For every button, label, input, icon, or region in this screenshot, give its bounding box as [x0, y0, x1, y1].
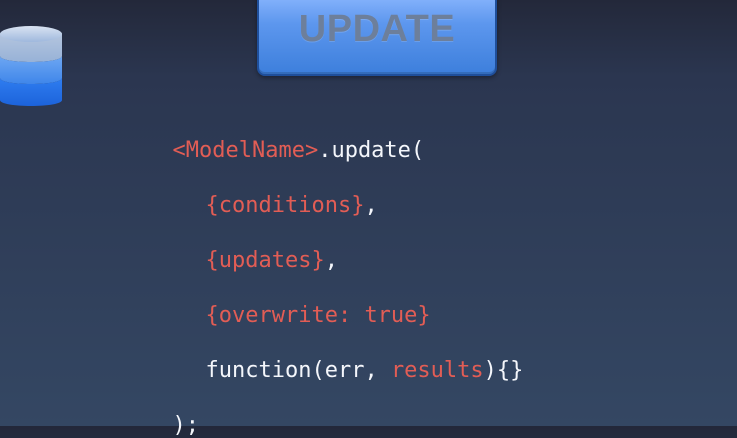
updates-comma: , [324, 248, 338, 273]
slide-title: UPDATE [298, 8, 456, 50]
conditions-token: {conditions} [205, 193, 365, 218]
database-icon [0, 26, 62, 106]
code-line-3: {updates}, [179, 228, 338, 272]
code-line-4: {overwrite: true} [179, 283, 431, 327]
callback-suffix: ){} [483, 358, 524, 383]
updates-token: {updates} [205, 248, 325, 273]
code-line-5: function(err, results){} [179, 338, 524, 383]
results-token: results [390, 358, 484, 383]
code-line-6: ); [146, 393, 200, 437]
overwrite-token: {overwrite: true} [205, 303, 431, 328]
model-name-token: <ModelName> [172, 138, 319, 163]
update-call-token: .update( [318, 138, 425, 163]
callback-prefix: function(err, [205, 358, 391, 383]
code-line-1: <ModelName>.update( [146, 118, 425, 163]
update-title-banner: UPDATE [257, 0, 497, 76]
conditions-comma: , [364, 193, 378, 218]
code-line-2: {conditions}, [179, 173, 378, 217]
